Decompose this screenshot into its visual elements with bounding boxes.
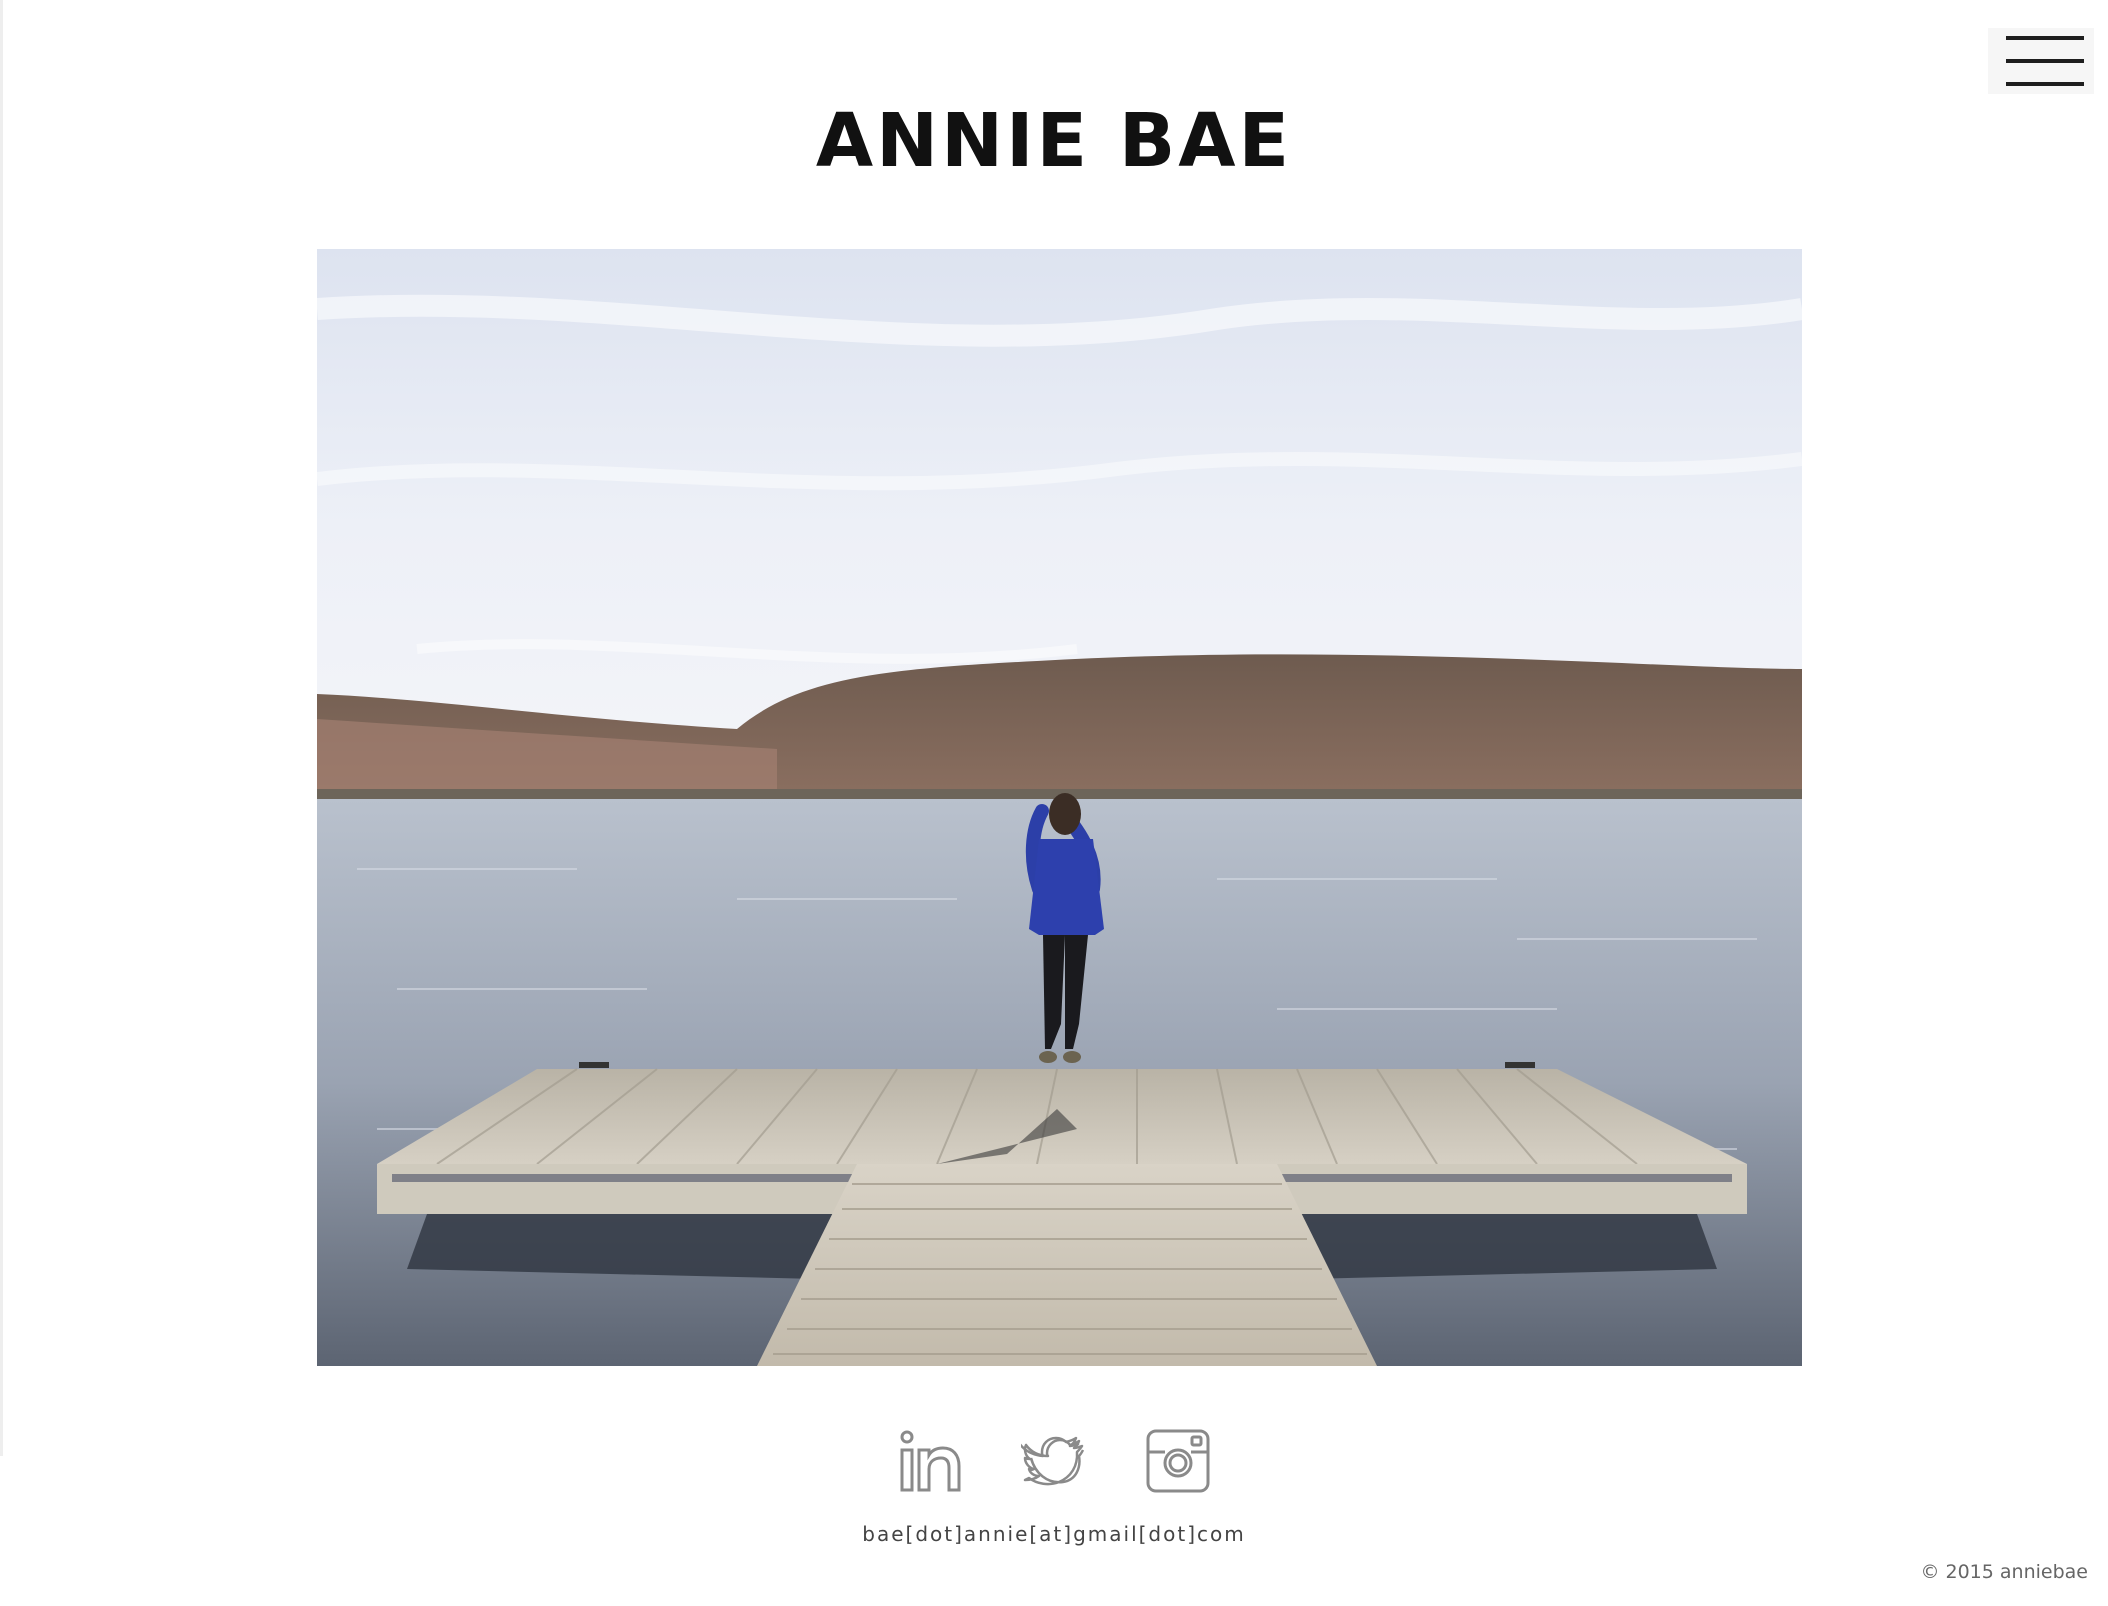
site-title[interactable]: ANNIE BAE	[0, 104, 2108, 178]
linkedin-icon	[897, 1430, 963, 1498]
linkedin-link[interactable]	[897, 1428, 963, 1494]
twitter-link[interactable]	[1017, 1428, 1087, 1494]
hero-photo	[317, 249, 1802, 1366]
twitter-icon	[1017, 1436, 1087, 1498]
contact-email[interactable]: bae[dot]annie[at]gmail[dot]com	[0, 1522, 2108, 1546]
left-edge-divider	[0, 0, 3, 1456]
menu-button[interactable]	[1988, 28, 2094, 94]
copyright-text: © 2015 anniebae	[1920, 1561, 2088, 1583]
page: ANNIE BAE bae[dot]annie[at]gmail[dot]com…	[0, 0, 2108, 1606]
instagram-link[interactable]	[1145, 1428, 1211, 1494]
social-links	[0, 1428, 2108, 1494]
instagram-icon	[1145, 1429, 1211, 1498]
